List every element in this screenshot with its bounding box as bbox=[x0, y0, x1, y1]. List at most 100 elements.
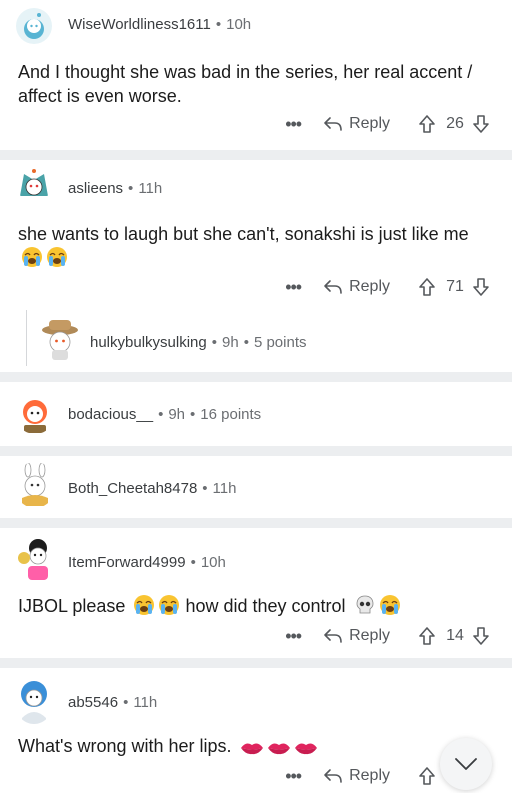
more-options-button[interactable]: ••• bbox=[285, 766, 302, 787]
comment-text-content: she wants to laugh but she can't, sonaks… bbox=[18, 224, 469, 244]
username[interactable]: ItemForward4999 bbox=[68, 554, 186, 571]
avatar[interactable] bbox=[16, 8, 52, 44]
comment-actions: ••• Reply 26 bbox=[285, 112, 490, 136]
username[interactable]: ab5546 bbox=[68, 694, 118, 711]
comment-3: ItemForward4999 • 10h IJBOL please how did… bbox=[0, 528, 512, 658]
username[interactable]: aslieens bbox=[68, 180, 123, 197]
comment-text-content: What's wrong with her lips. bbox=[18, 736, 232, 756]
reply-button[interactable]: Reply bbox=[323, 115, 390, 133]
timestamp: 9h bbox=[168, 406, 186, 423]
username[interactable]: hulkybulkysulking bbox=[90, 334, 207, 351]
comment-text: What's wrong with her lips. bbox=[18, 734, 478, 762]
username[interactable]: bodacious__ bbox=[68, 406, 153, 423]
timestamp: 11h bbox=[212, 480, 237, 497]
timestamp: 10h bbox=[226, 16, 252, 33]
comment-text: she wants to laugh but she can't, sonaks… bbox=[18, 222, 478, 274]
reply-button[interactable]: Reply bbox=[323, 767, 390, 785]
comment-text-part: IJBOL please bbox=[18, 596, 126, 616]
separator: • bbox=[211, 334, 217, 351]
comment-text: IJBOL please how did they control bbox=[18, 594, 478, 622]
reply-arrow-icon bbox=[324, 117, 342, 131]
points: 16 points bbox=[200, 406, 262, 423]
separator: • bbox=[128, 180, 134, 197]
reply-button[interactable]: Reply bbox=[323, 627, 390, 645]
nested-comment-collapsed[interactable]: hulkybulkysulking • 9h • 5 points bbox=[0, 310, 512, 370]
upvote-button[interactable] bbox=[418, 766, 436, 786]
lips-emoji bbox=[267, 738, 291, 762]
upvote-arrow-icon bbox=[419, 767, 435, 785]
upvote-button[interactable] bbox=[418, 626, 436, 646]
chevron-down-icon bbox=[455, 758, 477, 770]
points: 5 points bbox=[253, 334, 307, 351]
reply-label: Reply bbox=[349, 278, 390, 295]
upvote-button[interactable] bbox=[418, 277, 436, 297]
skull-emoji bbox=[354, 594, 376, 622]
timestamp: 10h bbox=[200, 554, 226, 571]
comment-meta: Both_Cheetah8478 • 11h bbox=[68, 480, 236, 497]
comment-meta: hulkybulkysulking • 9h • 5 points bbox=[90, 334, 307, 351]
downvote-button[interactable] bbox=[472, 626, 490, 646]
more-options-button[interactable]: ••• bbox=[285, 114, 302, 135]
avatar[interactable] bbox=[38, 316, 82, 362]
divider bbox=[0, 518, 512, 528]
upvote-arrow-icon bbox=[419, 115, 435, 133]
snoo-avatar-icon bbox=[14, 390, 56, 434]
downvote-arrow-icon bbox=[473, 627, 489, 645]
timestamp: 9h bbox=[222, 334, 239, 351]
avatar[interactable] bbox=[14, 390, 56, 434]
upvote-arrow-icon bbox=[419, 627, 435, 645]
comment-actions: ••• Reply 14 bbox=[285, 624, 490, 648]
downvote-arrow-icon bbox=[473, 115, 489, 133]
avatar[interactable] bbox=[16, 166, 52, 202]
reply-arrow-icon bbox=[324, 629, 342, 643]
comment-text: And I thought she was bad in the series,… bbox=[18, 62, 473, 106]
snoo-avatar-icon bbox=[16, 8, 52, 44]
separator: • bbox=[123, 694, 129, 711]
username[interactable]: Both_Cheetah8478 bbox=[68, 480, 197, 497]
reply-button[interactable]: Reply bbox=[323, 278, 390, 296]
upvote-button[interactable] bbox=[418, 114, 436, 134]
avatar[interactable] bbox=[14, 678, 54, 724]
reply-arrow-icon bbox=[324, 280, 342, 294]
separator: • bbox=[190, 406, 196, 423]
collapsed-comment[interactable]: Both_Cheetah8478 • 11h bbox=[0, 456, 512, 518]
separator: • bbox=[202, 480, 208, 497]
separator: • bbox=[215, 16, 222, 33]
comment-1: WiseWorldliness1611 • 10h And I thought sh… bbox=[0, 0, 512, 150]
more-options-button[interactable]: ••• bbox=[285, 277, 302, 298]
downvote-arrow-icon bbox=[473, 278, 489, 296]
downvote-button[interactable] bbox=[472, 114, 490, 134]
comment-actions: ••• Reply 71 bbox=[285, 275, 490, 299]
comment-meta: aslieens • 11h bbox=[68, 180, 162, 197]
downvote-button[interactable] bbox=[472, 277, 490, 297]
loudly-crying-face-emoji bbox=[158, 594, 180, 622]
divider bbox=[0, 372, 512, 382]
avatar[interactable] bbox=[14, 536, 58, 582]
comment-4: ab5546 • 11h What's wrong with her lips. •… bbox=[0, 668, 512, 793]
username[interactable]: WiseWorldliness1611 bbox=[68, 16, 211, 33]
comment-2: aslieens • 11h she wants to laugh but she … bbox=[0, 160, 512, 300]
snoo-avatar-icon bbox=[14, 536, 58, 582]
collapsed-comment[interactable]: bodacious__ • 9h • 16 points bbox=[0, 382, 512, 446]
snoo-avatar-icon bbox=[14, 678, 54, 724]
vote-score: 14 bbox=[446, 627, 464, 644]
more-options-button[interactable]: ••• bbox=[285, 626, 302, 647]
scroll-down-button[interactable] bbox=[440, 738, 492, 790]
loudly-crying-face-emoji bbox=[21, 246, 43, 274]
loudly-crying-face-emoji bbox=[379, 594, 401, 622]
comment-meta: WiseWorldliness1611 • 10h bbox=[68, 16, 251, 33]
divider bbox=[0, 446, 512, 456]
comment-meta: bodacious__ • 9h • 16 points bbox=[68, 406, 261, 423]
vote-score: 26 bbox=[446, 115, 464, 132]
reply-label: Reply bbox=[349, 767, 390, 784]
separator: • bbox=[158, 406, 164, 423]
avatar[interactable] bbox=[14, 462, 56, 508]
timestamp: 11h bbox=[133, 694, 158, 711]
snoo-avatar-icon bbox=[14, 462, 56, 508]
timestamp: 11h bbox=[138, 180, 163, 197]
reply-label: Reply bbox=[349, 115, 390, 132]
reply-label: Reply bbox=[349, 627, 390, 644]
snoo-avatar-icon bbox=[38, 316, 82, 362]
comment-meta: ab5546 • 11h bbox=[68, 694, 157, 711]
comment-text-part: how did they control bbox=[185, 596, 346, 616]
